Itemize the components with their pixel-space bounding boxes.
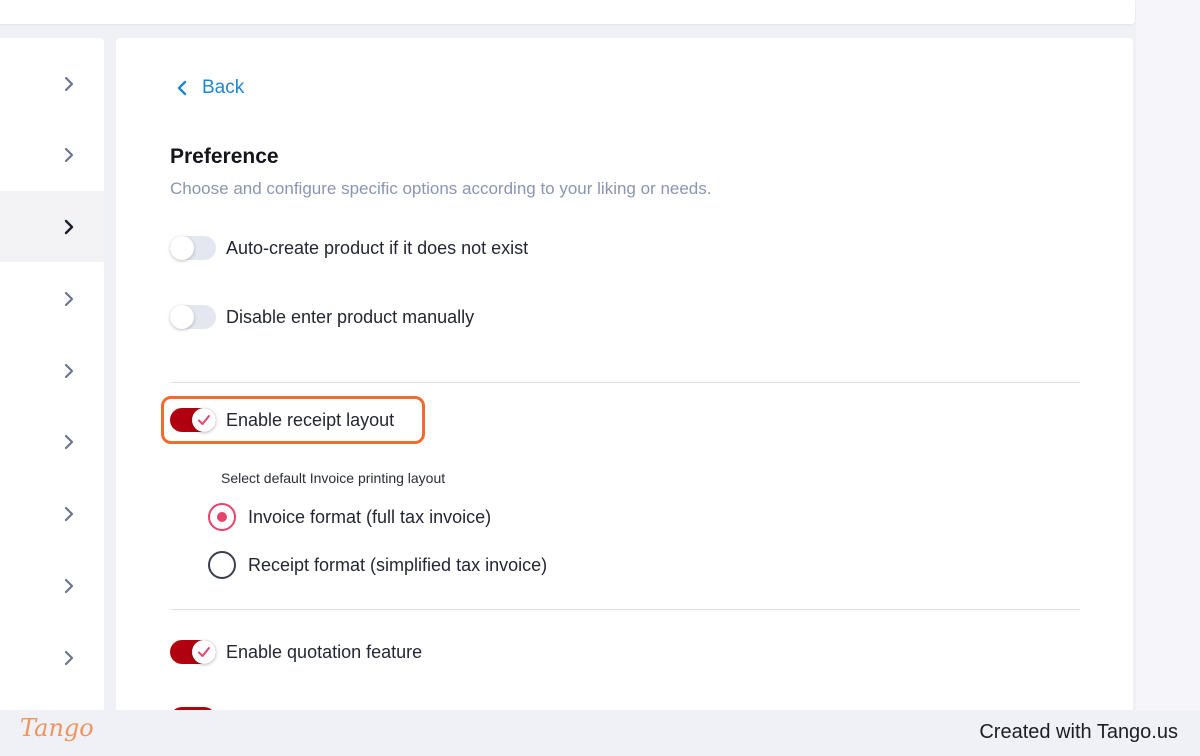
receipt-format-label: Receipt format (simplified tax invoice)	[248, 554, 548, 575]
chevron-right-icon	[64, 291, 74, 306]
sidebar-item-9[interactable]	[0, 622, 104, 693]
enable-quotation-toggle[interactable]	[170, 640, 216, 664]
checkmark-icon	[198, 647, 210, 657]
page-title: Preference	[170, 145, 279, 168]
toggle-knob	[192, 640, 216, 664]
disable-manual-entry-label: Disable enter product manually	[226, 306, 475, 327]
enable-receipt-layout-toggle[interactable]	[170, 408, 216, 432]
sidebar-item-3[interactable]	[0, 191, 104, 262]
invoice-format-radio[interactable]	[208, 503, 236, 531]
enable-quotation-label: Enable quotation feature	[226, 641, 423, 662]
chevron-right-icon	[64, 76, 74, 91]
tango-logo: Tango	[20, 714, 94, 742]
enable-receipt-layout-row: Enable receipt layout	[170, 406, 394, 434]
settings-panel	[116, 38, 1133, 728]
toggle-knob	[170, 236, 194, 260]
auto-create-product-toggle[interactable]	[170, 236, 216, 260]
checkmark-icon	[198, 415, 210, 425]
enable-receipt-layout-label: Enable receipt layout	[226, 409, 395, 430]
chevron-right-icon	[64, 219, 74, 234]
auto-create-product-row: Auto-create product if it does not exist	[170, 234, 528, 262]
receipt-format-option[interactable]: Receipt format (simplified tax invoice)	[208, 550, 547, 580]
invoice-format-label: Invoice format (full tax invoice)	[248, 506, 492, 527]
top-bar	[0, 0, 1135, 24]
back-button[interactable]: Back	[176, 76, 244, 100]
toggle-knob	[170, 305, 194, 329]
receipt-format-radio[interactable]	[208, 551, 236, 579]
page-subtitle: Choose and configure specific options ac…	[170, 179, 712, 198]
sidebar-item-1[interactable]	[0, 48, 104, 119]
sidebar-item-5[interactable]	[0, 335, 104, 406]
sidebar-item-8[interactable]	[0, 550, 104, 621]
invoice-format-option[interactable]: Invoice format (full tax invoice)	[208, 502, 491, 532]
sidebar-item-4[interactable]	[0, 263, 104, 334]
right-gutter	[1136, 0, 1200, 756]
toggle-knob	[192, 408, 216, 432]
section-divider	[170, 382, 1080, 383]
chevron-right-icon	[64, 578, 74, 593]
back-label: Back	[202, 77, 245, 98]
chevron-right-icon	[64, 363, 74, 378]
sidebar	[0, 38, 104, 718]
printing-layout-label: Select default Invoice printing layout	[221, 470, 446, 486]
disable-manual-entry-row: Disable enter product manually	[170, 303, 474, 331]
auto-create-product-label: Auto-create product if it does not exist	[226, 237, 529, 258]
sidebar-item-7[interactable]	[0, 478, 104, 549]
disable-manual-entry-toggle[interactable]	[170, 305, 216, 329]
chevron-left-icon	[177, 80, 187, 96]
enable-quotation-row: Enable quotation feature	[170, 638, 422, 666]
chevron-right-icon	[64, 147, 74, 162]
chevron-right-icon	[64, 650, 74, 665]
section-divider	[170, 609, 1080, 610]
chevron-right-icon	[64, 506, 74, 521]
footer-credit: Created with Tango.us	[979, 721, 1178, 743]
sidebar-item-2[interactable]	[0, 119, 104, 190]
sidebar-item-6[interactable]	[0, 406, 104, 477]
chevron-right-icon	[64, 434, 74, 449]
